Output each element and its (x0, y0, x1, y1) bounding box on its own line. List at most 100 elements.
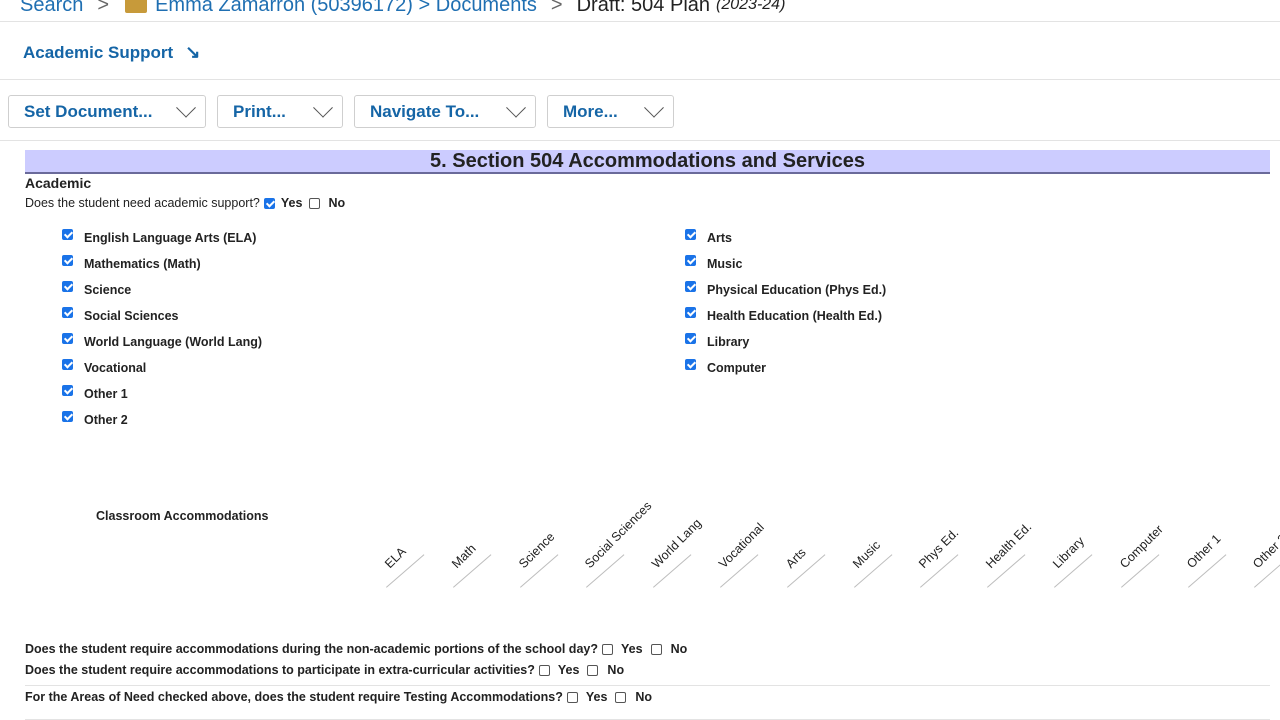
subject-item[interactable]: Social Sciences (62, 304, 262, 330)
extracurricular-question: Does the student require accommodations … (25, 663, 624, 677)
subject-label: Physical Education (Phys Ed.) (707, 283, 887, 297)
subject-item[interactable]: Science (62, 278, 262, 304)
non-academic-no-checkbox[interactable] (650, 643, 662, 655)
subject-item[interactable]: English Language Arts (ELA) (62, 226, 262, 252)
subject-item[interactable]: Arts (685, 226, 886, 252)
divider (0, 21, 1280, 22)
column-header: Math (448, 541, 479, 571)
subject-item[interactable]: Library (685, 330, 886, 356)
subject-label: World Language (World Lang) (84, 335, 262, 349)
print-label: Print... (233, 101, 286, 121)
subject-checkbox[interactable] (62, 307, 73, 318)
breadcrumb: Search > Emma Zamarron (50396172) > Docu… (20, 0, 785, 21)
subject-item[interactable]: Other 1 (62, 382, 262, 408)
yes-label: Yes (585, 690, 608, 704)
subject-checkbox[interactable] (685, 281, 696, 292)
subject-checkbox[interactable] (685, 229, 696, 240)
chevron-down-icon (506, 97, 526, 118)
chevron-down-icon (313, 97, 333, 118)
column-header: Computer (1116, 522, 1166, 571)
more-label: More... (563, 101, 618, 121)
chevron-down-icon (644, 97, 664, 118)
subject-item[interactable]: Health Education (Health Ed.) (685, 304, 886, 330)
subject-checkbox[interactable] (62, 255, 73, 266)
testing-no-checkbox[interactable] (615, 691, 627, 703)
set-document-label: Set Document... (24, 101, 153, 121)
subject-checkbox[interactable] (685, 359, 696, 370)
testing-question: For the Areas of Need checked above, doe… (25, 690, 652, 704)
column-header: Vocational (716, 520, 767, 571)
subject-checkbox[interactable] (685, 255, 696, 266)
folder-icon (125, 0, 148, 13)
yes-label: Yes (557, 663, 580, 677)
question-text: Does the student require accommodations … (25, 663, 535, 677)
print-dropdown[interactable]: Print... (217, 95, 343, 128)
arrow-down-right-icon: ↘ (185, 42, 201, 62)
classroom-accommodations-title: Classroom Accommodations (96, 509, 269, 523)
subject-label: Mathematics (Math) (84, 257, 201, 271)
subject-checkbox[interactable] (62, 281, 73, 292)
breadcrumb-search-link[interactable]: Search (20, 0, 83, 17)
subject-label: English Language Arts (ELA) (84, 231, 257, 245)
question-text: Does the student require accommodations … (25, 642, 598, 656)
subject-item[interactable]: Other 2 (62, 408, 262, 434)
yes-label: Yes (280, 196, 303, 210)
non-academic-question: Does the student require accommodations … (25, 642, 687, 656)
extracurricular-no-checkbox[interactable] (587, 664, 599, 676)
divider (0, 79, 1280, 80)
academic-support-link[interactable]: Academic Support ↘ (23, 42, 200, 63)
subject-list-right: Arts Music Physical Education (Phys Ed.)… (685, 226, 886, 382)
subject-checkbox[interactable] (62, 385, 73, 396)
divider (0, 140, 1280, 141)
subject-item[interactable]: World Language (World Lang) (62, 330, 262, 356)
question-text: Does the student need academic support? (25, 196, 260, 210)
school-year: (2023-24) (716, 0, 786, 13)
no-label: No (328, 196, 346, 210)
question-text: For the Areas of Need checked above, doe… (25, 690, 563, 704)
subject-label: Health Education (Health Ed.) (707, 309, 883, 323)
subject-list-left: English Language Arts (ELA) Mathematics … (62, 226, 262, 434)
breadcrumb-separator: > (97, 0, 110, 16)
subject-label: Social Sciences (84, 309, 179, 323)
testing-yes-checkbox[interactable] (566, 691, 578, 703)
column-header: Other 2 (1250, 531, 1280, 571)
academic-no-checkbox[interactable] (309, 197, 321, 209)
more-dropdown[interactable]: More... (547, 95, 674, 128)
subject-label: Other 2 (84, 413, 128, 427)
academic-support-label: Academic Support (23, 42, 174, 62)
no-label: No (607, 663, 625, 677)
yes-label: Yes (621, 642, 643, 656)
column-header: Arts (782, 545, 809, 571)
subject-checkbox[interactable] (685, 333, 696, 344)
column-header: Library (1050, 534, 1088, 571)
subject-item[interactable]: Mathematics (Math) (62, 252, 262, 278)
subject-item[interactable]: Computer (685, 356, 886, 382)
subject-label: Library (707, 335, 750, 349)
academic-yes-checkbox[interactable] (263, 197, 275, 209)
non-academic-yes-checkbox[interactable] (602, 643, 613, 655)
chevron-down-icon (176, 97, 196, 118)
no-label: No (670, 642, 688, 656)
subject-item[interactable]: Vocational (62, 356, 262, 382)
extracurricular-yes-checkbox[interactable] (538, 664, 550, 676)
subject-checkbox[interactable] (62, 229, 73, 240)
subject-item[interactable]: Physical Education (Phys Ed.) (685, 278, 886, 304)
subject-label: Other 1 (84, 387, 128, 401)
subject-label: Arts (707, 231, 733, 245)
column-header: Science (515, 529, 558, 571)
subject-checkbox[interactable] (62, 359, 73, 370)
toolbar: Set Document... Print... Navigate To... … (8, 95, 674, 128)
subject-checkbox[interactable] (685, 307, 696, 318)
navigate-to-dropdown[interactable]: Navigate To... (354, 95, 536, 128)
column-header: Social Sciences (582, 498, 655, 571)
academic-heading: Academic (25, 175, 92, 191)
subject-label: Music (707, 257, 743, 271)
set-document-dropdown[interactable]: Set Document... (8, 95, 206, 128)
column-header: Other 1 (1183, 531, 1224, 571)
column-header: Health Ed. (983, 519, 1035, 571)
column-header: ELA (382, 544, 409, 571)
subject-checkbox[interactable] (62, 411, 73, 422)
subject-checkbox[interactable] (62, 333, 73, 344)
subject-item[interactable]: Music (685, 252, 886, 278)
breadcrumb-documents-link[interactable]: Emma Zamarron (50396172) > Documents (155, 0, 537, 17)
